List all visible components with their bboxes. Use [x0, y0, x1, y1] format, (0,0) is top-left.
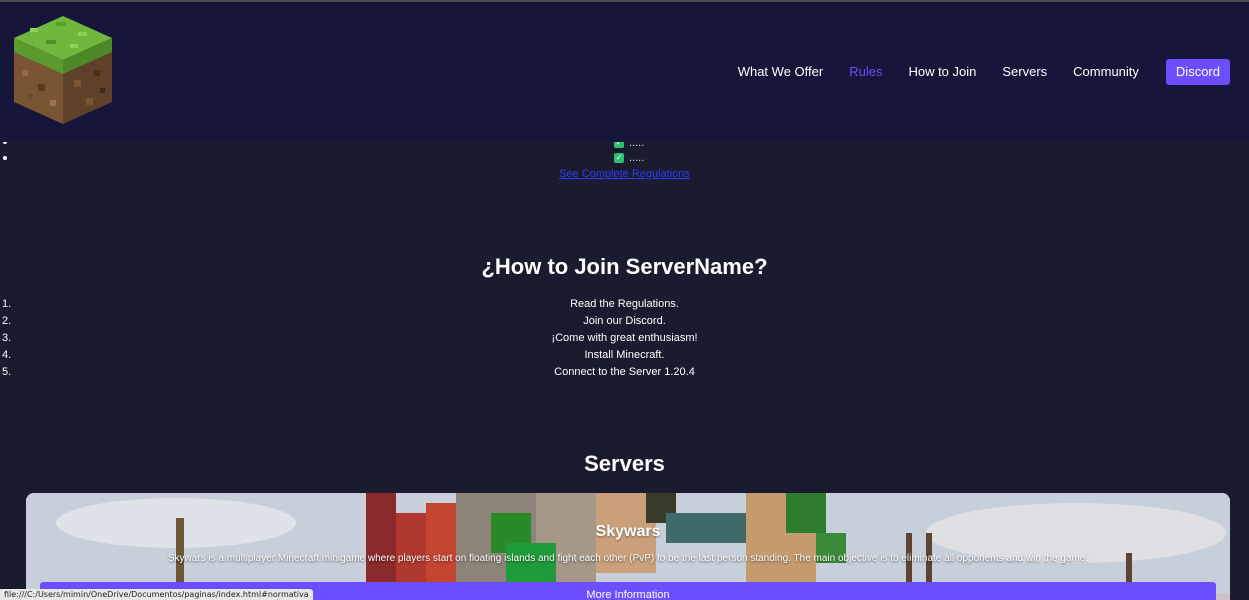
step-number: 1. [2, 298, 12, 310]
list-item: 4. Install Minecraft. [0, 347, 1249, 364]
server-card-description: Skywars is a multiplayer Minecraft minig… [167, 553, 1089, 564]
rule-item-text: ..... [629, 152, 645, 164]
step-text: Connect to the Server 1.20.4 [554, 366, 695, 378]
list-item: 2. Join our Discord. [0, 313, 1249, 330]
how-to-join-title: ¿How to Join ServerName? [481, 254, 768, 279]
step-number: 2. [2, 315, 12, 327]
servers-title: Servers [584, 451, 665, 476]
step-number: 5. [2, 366, 12, 378]
nav-what-we-offer[interactable]: What We Offer [738, 59, 824, 85]
server-card-skywars: Skywars Skywars is a multiplayer Minecra… [26, 493, 1230, 600]
nav-servers[interactable]: Servers [1002, 59, 1047, 85]
rule-item: ✓ ..... [614, 152, 644, 164]
step-number: 3. [2, 332, 12, 344]
browser-status-url: file:///C:/Users/mimin/OneDrive/Document… [0, 589, 313, 600]
step-text: Install Minecraft. [584, 349, 665, 361]
list-item: 5. Connect to the Server 1.20.4 [0, 364, 1249, 381]
nav-rules[interactable]: Rules [849, 59, 882, 85]
step-number: 4. [2, 349, 12, 361]
main-nav: What We Offer Rules How to Join Servers … [712, 59, 1230, 85]
server-card-title: Skywars [595, 523, 661, 540]
nav-how-to-join[interactable]: How to Join [908, 59, 976, 85]
step-text: Read the Regulations. [570, 298, 679, 310]
grass-block-icon[interactable] [10, 14, 116, 126]
join-steps-list: 1. Read the Regulations. 2. Join our Dis… [0, 296, 1249, 381]
nav-community[interactable]: Community [1073, 59, 1139, 85]
discord-button[interactable]: Discord [1165, 59, 1230, 85]
check-icon: ✓ [614, 153, 624, 163]
list-item: 1. Read the Regulations. [0, 296, 1249, 313]
step-text: ¡Come with great enthusiasm! [551, 332, 698, 344]
site-header: What We Offer Rules How to Join Servers … [0, 2, 1249, 142]
list-bullet [3, 156, 7, 160]
list-item: 3. ¡Come with great enthusiasm! [0, 330, 1249, 347]
step-text: Join our Discord. [583, 315, 666, 327]
see-regulations-link[interactable]: See Complete Regulations [0, 168, 1249, 180]
